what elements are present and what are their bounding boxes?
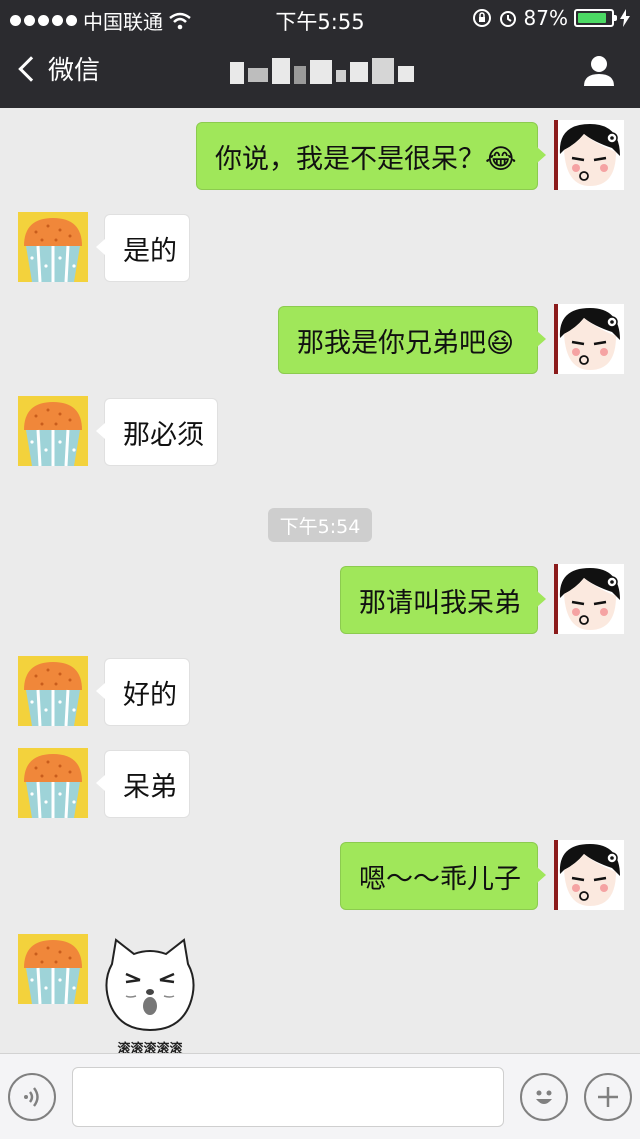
voice-icon <box>24 1087 39 1107</box>
plus-button[interactable] <box>584 1073 632 1121</box>
message-input[interactable] <box>72 1067 504 1127</box>
my-avatar[interactable] <box>554 304 624 374</box>
message-bubble-outgoing[interactable]: 那请叫我呆弟 <box>340 566 546 634</box>
message-text: 那请叫我呆弟 <box>359 587 521 619</box>
input-bar <box>0 1053 640 1139</box>
message-bubble-incoming[interactable]: 好的 <box>96 658 190 726</box>
contact-avatar[interactable] <box>18 212 88 282</box>
back-button[interactable]: 微信 <box>16 50 100 87</box>
message-bubble-incoming[interactable]: 那必须 <box>96 398 218 466</box>
message-bubble-outgoing[interactable]: 嗯～～乖儿子 <box>340 842 546 910</box>
status-bar: 中国联通 下午5:55 87% <box>0 0 640 36</box>
charging-icon <box>620 9 630 27</box>
message-text: 你说，我是不是很呆？😂 <box>215 143 517 175</box>
alarm-icon <box>499 11 516 27</box>
message-text: 那必须 <box>123 419 204 451</box>
message-text: 呆弟 <box>123 771 177 803</box>
message-text: 好的 <box>123 679 177 711</box>
battery-percent: 87% <box>523 6 568 30</box>
emoji-icon <box>536 1090 552 1104</box>
message-bubble-incoming[interactable]: 呆弟 <box>96 750 190 818</box>
nav-bar: 微信 <box>0 36 640 108</box>
battery-icon <box>574 9 617 27</box>
plus-icon <box>598 1087 618 1107</box>
my-avatar[interactable] <box>554 840 624 910</box>
message-bubble-incoming[interactable]: 是的 <box>96 214 190 282</box>
chevron-left-icon <box>18 55 44 82</box>
contact-avatar[interactable] <box>18 396 88 466</box>
message-text: 那我是你兄弟吧😆 <box>297 327 515 359</box>
contact-avatar[interactable] <box>18 656 88 726</box>
chat-title-pixelated <box>230 56 415 88</box>
emoji-button[interactable] <box>520 1073 568 1121</box>
voice-button[interactable] <box>8 1073 56 1121</box>
message-bubble-outgoing[interactable]: 那我是你兄弟吧😆 <box>278 306 546 374</box>
message-text: 是的 <box>123 235 177 267</box>
timestamp-label: 下午5:54 <box>268 508 372 542</box>
message-text: 嗯～～乖儿子 <box>359 863 521 895</box>
back-label: 微信 <box>48 56 101 86</box>
contact-avatar[interactable] <box>18 934 88 1004</box>
rotation-lock-icon <box>472 9 491 27</box>
cat-face-sticker[interactable]: 滚滚滚滚滚 <box>100 934 200 1057</box>
contact-avatar[interactable] <box>18 748 88 818</box>
my-avatar[interactable] <box>554 564 624 634</box>
my-avatar[interactable] <box>554 120 624 190</box>
person-icon[interactable] <box>582 54 616 88</box>
battery-fill <box>578 13 606 23</box>
top-bar: 中国联通 下午5:55 87% 微信 <box>0 0 640 108</box>
cat-face-icon <box>105 938 195 1032</box>
message-bubble-outgoing[interactable]: 你说，我是不是很呆？😂 <box>196 122 546 190</box>
